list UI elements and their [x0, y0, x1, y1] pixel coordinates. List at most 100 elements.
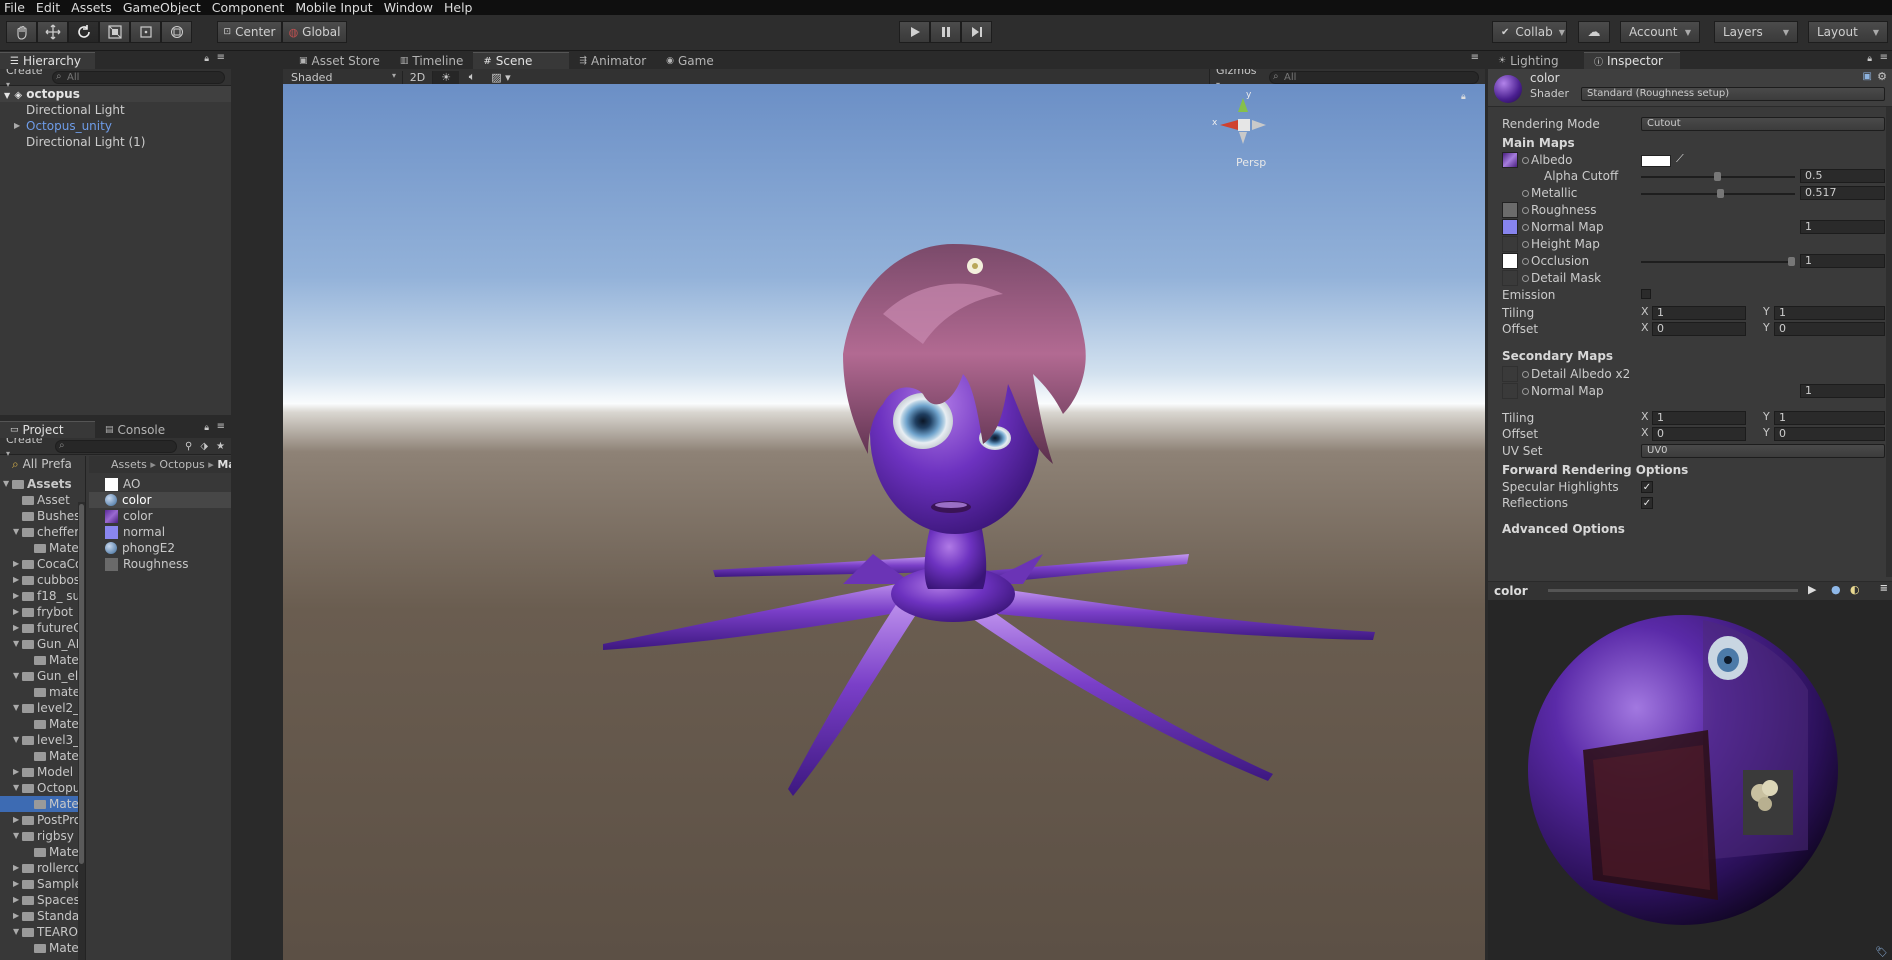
tree-item[interactable]: mater: [0, 684, 85, 700]
detail-mask-texture-slot[interactable]: [1502, 270, 1518, 286]
inspector-scrollbar[interactable]: [1886, 107, 1892, 577]
scene-lighting-toggle-icon[interactable]: ☀: [433, 70, 459, 84]
move-tool-icon[interactable]: [37, 21, 68, 43]
tab-project[interactable]: ▭ Project: [0, 421, 95, 438]
hand-tool-icon[interactable]: [6, 21, 37, 43]
emission-checkbox[interactable]: [1641, 289, 1651, 299]
tree-item[interactable]: ▶ cubbose: [0, 572, 85, 588]
panel-menu-icon[interactable]: ≡: [1880, 583, 1888, 594]
transform-tool-icon[interactable]: [161, 21, 192, 43]
tree-item[interactable]: Asset: [0, 492, 85, 508]
collab-dropdown[interactable]: ✔ Collab ▼: [1492, 21, 1567, 43]
tab-game[interactable]: ◉ Game: [656, 52, 724, 69]
texture-picker-icon[interactable]: [1522, 190, 1529, 197]
tree-item[interactable]: Mater: [0, 844, 85, 860]
preview-light-icon[interactable]: ◐: [1850, 583, 1860, 596]
tree-all-prefabs[interactable]: ⌕ All Prefa: [0, 456, 85, 472]
expand-arrow-icon[interactable]: ▶: [13, 812, 19, 828]
persp-label[interactable]: Persp: [1236, 156, 1266, 169]
expand-arrow-icon[interactable]: ▶: [13, 764, 19, 780]
pause-button[interactable]: [930, 21, 961, 43]
occlusion-field[interactable]: 1: [1800, 254, 1885, 268]
project-search-input[interactable]: [54, 439, 177, 453]
panel-menu-icon[interactable]: ≡: [1880, 52, 1888, 63]
texture-picker-icon[interactable]: [1522, 388, 1529, 395]
menu-item-window[interactable]: Window: [380, 0, 440, 15]
tab-animator[interactable]: ⇶ Animator: [569, 52, 656, 69]
layout-dropdown[interactable]: Layout ▼: [1808, 21, 1888, 43]
tab-lighting[interactable]: ☀ Lighting: [1488, 52, 1584, 69]
reflections-checkbox[interactable]: ✓: [1641, 497, 1653, 509]
albedo-texture-slot[interactable]: [1502, 152, 1518, 168]
hierarchy-item-directional-light[interactable]: Directional Light: [0, 102, 231, 118]
collapse-arrow-icon[interactable]: ▼: [13, 780, 19, 796]
panel-menu-icon[interactable]: ≡: [217, 52, 225, 63]
tab-console[interactable]: ▤ Console: [95, 421, 185, 438]
tree-item[interactable]: Mater: [0, 652, 85, 668]
collapse-arrow-icon[interactable]: ▼: [13, 668, 19, 684]
collapse-arrow-icon[interactable]: ▼: [13, 700, 19, 716]
tree-scrollbar[interactable]: [78, 502, 85, 960]
occlusion-texture-slot[interactable]: [1502, 253, 1518, 269]
panel-menu-icon[interactable]: ≡: [217, 421, 225, 432]
material-preview-sphere[interactable]: [1488, 600, 1892, 960]
tree-item[interactable]: ▶ Model: [0, 764, 85, 780]
cloud-button[interactable]: ☁: [1578, 21, 1610, 43]
offset2-y-field[interactable]: 0: [1774, 427, 1885, 441]
collapse-arrow-icon[interactable]: ▼: [13, 828, 19, 844]
gear-icon[interactable]: ⚙: [1877, 70, 1887, 83]
orientation-gizmo[interactable]: y x Persp: [1198, 90, 1288, 182]
collapse-arrow-icon[interactable]: ▼: [13, 732, 19, 748]
menu-item-gameobject[interactable]: GameObject: [119, 0, 208, 15]
uv-set-dropdown[interactable]: UV0: [1641, 444, 1885, 458]
secondary-normal-scale-field[interactable]: 1: [1800, 384, 1885, 398]
tree-item[interactable]: ▶ f18_ sup: [0, 588, 85, 604]
secondary-normal-texture-slot[interactable]: [1502, 383, 1518, 399]
file-item-color-material[interactable]: color: [89, 492, 231, 508]
tree-assets-root[interactable]: ▼ Assets: [0, 476, 85, 492]
breadcrumb-assets[interactable]: Assets: [111, 458, 147, 471]
height-map-texture-slot[interactable]: [1502, 236, 1518, 252]
pivot-center-button[interactable]: ⊡ Center: [217, 21, 282, 43]
tree-item[interactable]: ▼ cheffery: [0, 524, 85, 540]
account-dropdown[interactable]: Account ▼: [1620, 21, 1700, 43]
filter-type-icon[interactable]: ⚲: [185, 441, 192, 452]
tree-item[interactable]: ▶ Spacesh: [0, 892, 85, 908]
tree-item[interactable]: ▶ PostProc: [0, 812, 85, 828]
tree-item[interactable]: ▶ CocaCol: [0, 556, 85, 572]
file-item-phonge2[interactable]: phongE2: [89, 540, 231, 556]
preview-sphere-icon[interactable]: ●: [1831, 583, 1841, 596]
tab-hierarchy[interactable]: ☰ Hierarchy: [0, 52, 95, 69]
lock-icon[interactable]: 🔒︎: [1867, 54, 1872, 64]
tree-item[interactable]: ▼ Gun_ele: [0, 668, 85, 684]
collapse-arrow-icon[interactable]: ▼: [13, 524, 19, 540]
roughness-texture-slot[interactable]: [1502, 202, 1518, 218]
albedo-color-field[interactable]: [1641, 155, 1671, 167]
texture-picker-icon[interactable]: [1522, 224, 1529, 231]
texture-picker-icon[interactable]: [1522, 275, 1529, 282]
breadcrumb-materials[interactable]: Materia: [217, 458, 231, 471]
space-global-button[interactable]: ◍ Global: [282, 21, 347, 43]
tiling-x-field[interactable]: 1: [1652, 306, 1746, 320]
tree-item[interactable]: Bushes: [0, 508, 85, 524]
file-item-roughness[interactable]: Roughness: [89, 556, 231, 572]
help-book-icon[interactable]: ▣: [1863, 71, 1872, 82]
tab-asset-store[interactable]: ▣ Asset Store: [289, 52, 390, 69]
hierarchy-search-input[interactable]: All: [52, 70, 225, 84]
tree-item[interactable]: ▼ Gun_AI3: [0, 636, 85, 652]
texture-picker-icon[interactable]: [1522, 157, 1529, 164]
hierarchy-item-directional-light-1[interactable]: Directional Light (1): [0, 134, 231, 150]
tree-item[interactable]: ▼ rigbsy: [0, 828, 85, 844]
texture-picker-icon[interactable]: [1522, 207, 1529, 214]
slider-knob[interactable]: [1714, 172, 1721, 181]
rect-tool-icon[interactable]: [130, 21, 161, 43]
play-button[interactable]: [899, 21, 930, 43]
metallic-field[interactable]: 0.517: [1800, 186, 1885, 200]
tiling2-y-field[interactable]: 1: [1774, 411, 1885, 425]
lock-icon[interactable]: 🔒︎: [204, 54, 209, 64]
file-item-color-texture[interactable]: color: [89, 508, 231, 524]
tiling-y-field[interactable]: 1: [1774, 306, 1885, 320]
tree-item[interactable]: ▼ TEAROA: [0, 924, 85, 940]
breadcrumb-octopus[interactable]: Octopus: [159, 458, 204, 471]
expand-arrow-icon[interactable]: ▶: [13, 604, 19, 620]
